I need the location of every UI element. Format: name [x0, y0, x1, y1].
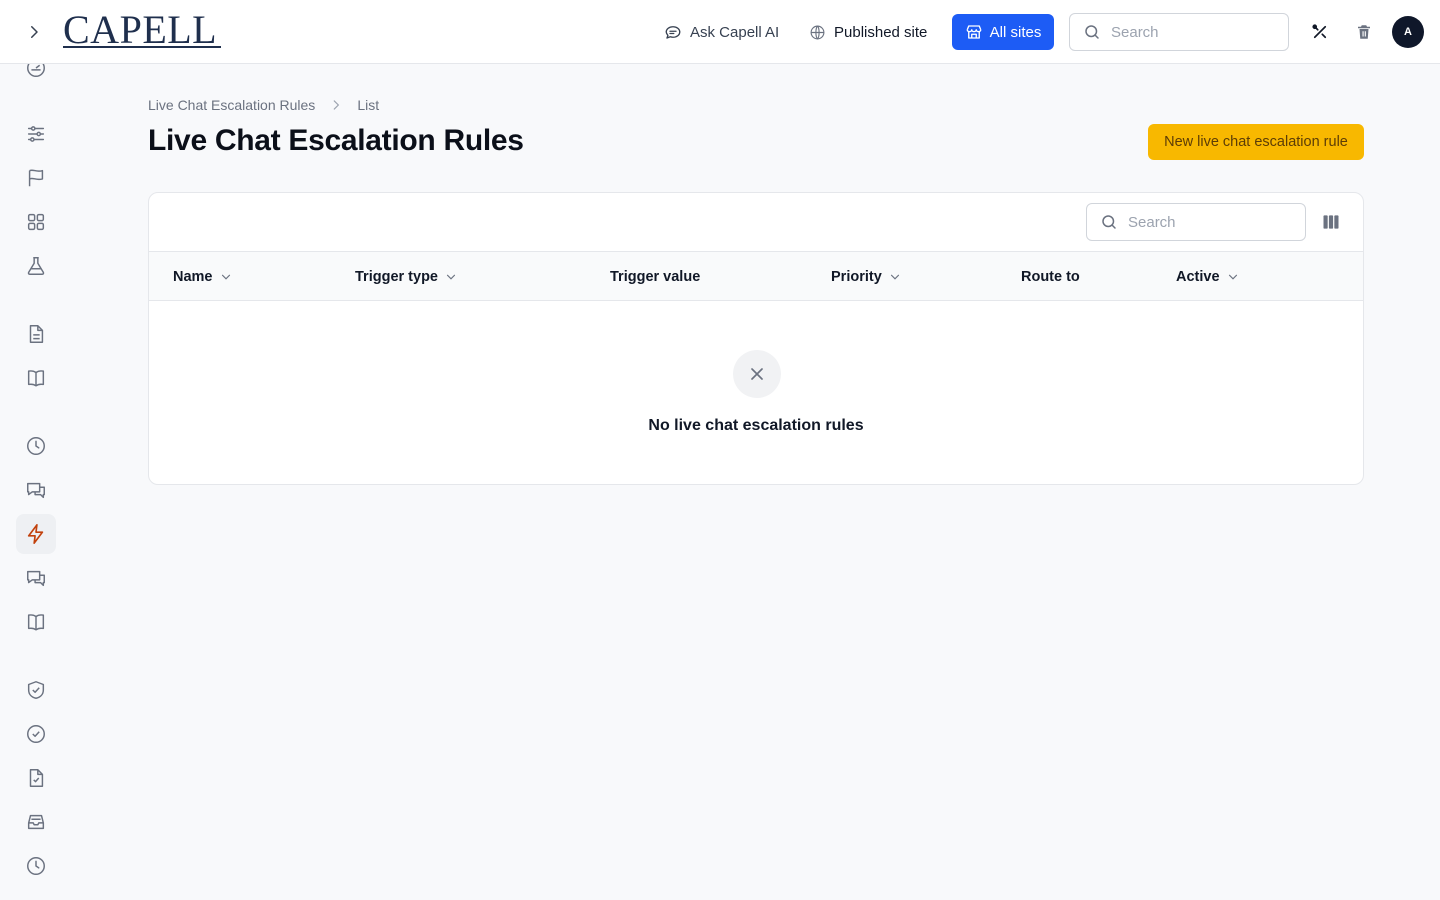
breadcrumb-item-current: List — [357, 97, 380, 113]
sidebar-item-knowledge-base[interactable] — [16, 602, 56, 642]
breadcrumb: Live Chat Escalation Rules List — [148, 97, 379, 113]
chevron-down-icon — [446, 274, 456, 280]
chat-bubble-icon — [665, 26, 681, 39]
sidebar-item-settings[interactable] — [16, 114, 56, 154]
column-label: Active — [1176, 268, 1220, 285]
column-header-active[interactable]: Active — [1176, 252, 1240, 301]
column-header-route-to: Route to — [1021, 252, 1080, 301]
sidebar-item-compliance[interactable] — [16, 758, 56, 798]
all-sites-button[interactable]: All sites — [952, 14, 1054, 50]
sidebar-item-chat-messages[interactable] — [16, 558, 56, 598]
sidebar-item-approvals[interactable] — [16, 714, 56, 754]
table-card: Name Trigger type Trigger value Priority… — [148, 192, 1364, 485]
chevron-right-icon — [333, 100, 340, 110]
sidebar-item-security[interactable] — [16, 670, 56, 710]
sidebar-item-live-chat[interactable] — [16, 470, 56, 510]
user-avatar[interactable]: A — [1392, 16, 1424, 48]
column-header-trigger-value: Trigger value — [610, 252, 700, 301]
clock-icon — [27, 437, 45, 455]
inbox-icon — [27, 814, 45, 830]
storefront-icon — [966, 25, 982, 39]
sidebar-item-flags[interactable] — [16, 158, 56, 198]
logo-underline — [63, 46, 221, 48]
empty-state-message: No live chat escalation rules — [648, 417, 864, 434]
search-icon — [1085, 25, 1099, 39]
trash-button[interactable] — [1352, 20, 1376, 44]
sidebar — [0, 59, 72, 900]
sidebar-item-inbox[interactable] — [16, 802, 56, 842]
tools-button[interactable] — [1308, 20, 1332, 44]
column-header-priority[interactable]: Priority — [831, 252, 902, 301]
all-sites-label: All sites — [989, 23, 1042, 41]
chevron-down-icon — [890, 274, 899, 280]
trash-icon — [1358, 25, 1370, 39]
sidebar-item-activity-log[interactable] — [16, 846, 56, 886]
ask-ai-label: Ask Capell AI — [690, 23, 780, 41]
close-icon — [751, 368, 763, 380]
shield-check-icon — [27, 681, 45, 699]
clock-icon — [27, 857, 45, 875]
flask-icon — [27, 257, 45, 275]
chat-bubbles-icon — [27, 482, 45, 499]
sidebar-item-experiments[interactable] — [16, 246, 56, 286]
breadcrumb-item-parent[interactable]: Live Chat Escalation Rules — [148, 97, 315, 113]
table-toolbar — [149, 193, 1363, 252]
sidebar-item-history[interactable] — [16, 426, 56, 466]
top-bar: CAPELL Ask Capell AI Published site All … — [0, 0, 1440, 64]
column-label: Trigger value — [610, 268, 701, 285]
table-header: Name Trigger type Trigger value Priority… — [149, 252, 1363, 301]
new-escalation-rule-button[interactable]: New live chat escalation rule — [1148, 124, 1364, 160]
table-search-input[interactable] — [1128, 213, 1278, 231]
sidebar-item-apps[interactable] — [16, 202, 56, 242]
chevron-down-icon — [1228, 274, 1237, 280]
chevron-down-icon — [221, 274, 230, 280]
book-icon — [27, 370, 45, 387]
check-circle-icon — [27, 725, 45, 743]
global-search[interactable] — [1069, 13, 1289, 51]
grid-icon — [27, 213, 45, 231]
global-search-input[interactable] — [1111, 23, 1261, 41]
sliders-icon — [27, 126, 45, 142]
column-label: Trigger type — [355, 268, 438, 285]
sidebar-item-pages[interactable] — [16, 314, 56, 354]
columns-icon — [1323, 215, 1339, 229]
table-search[interactable] — [1086, 203, 1306, 241]
expand-sidebar-button[interactable] — [18, 16, 50, 48]
published-site-label: Published site — [834, 23, 928, 41]
book-icon — [27, 614, 45, 631]
toggle-columns-button[interactable] — [1319, 210, 1343, 234]
empty-state-badge — [733, 350, 781, 398]
globe-icon — [810, 25, 825, 39]
column-header-trigger-type[interactable]: Trigger type — [355, 252, 458, 301]
ask-ai-button[interactable]: Ask Capell AI — [664, 16, 779, 48]
chat-bubbles-icon — [27, 570, 45, 587]
chevron-right-icon — [31, 26, 38, 38]
column-label: Name — [173, 268, 213, 285]
bolt-icon — [27, 524, 44, 544]
document-check-icon — [29, 769, 44, 787]
flag-icon — [28, 169, 44, 187]
column-header-name[interactable]: Name — [173, 252, 233, 301]
sidebar-item-docs[interactable] — [16, 358, 56, 398]
column-label: Priority — [831, 268, 882, 285]
tools-icon — [1312, 24, 1327, 39]
published-site-link[interactable]: Published site — [809, 16, 927, 48]
sidebar-item-escalation-rules[interactable] — [16, 514, 56, 554]
document-icon — [29, 325, 44, 343]
search-icon — [1102, 215, 1116, 229]
page-title: Live Chat Escalation Rules — [148, 124, 524, 157]
column-label: Route to — [1021, 268, 1080, 285]
